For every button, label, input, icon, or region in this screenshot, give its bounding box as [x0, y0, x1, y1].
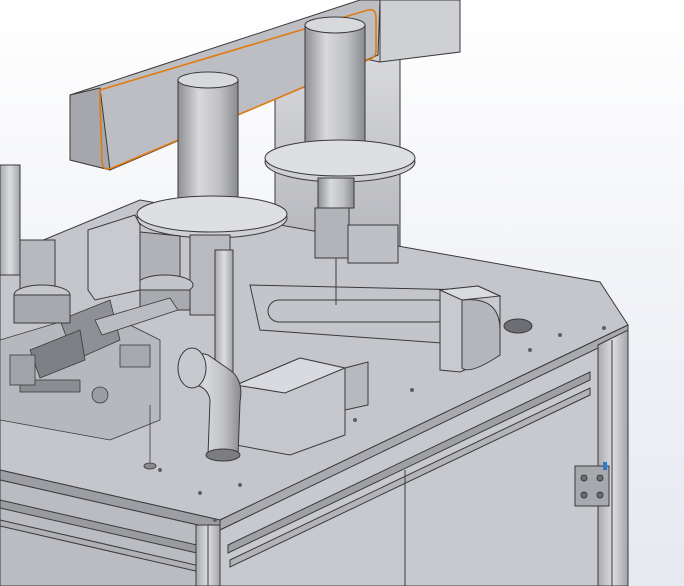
- frame-corner-post-right[interactable]: [597, 329, 629, 586]
- base-plate-hole: [503, 318, 533, 334]
- linear-actuator-block[interactable]: [438, 285, 502, 373]
- cad-viewport[interactable]: [0, 0, 684, 586]
- machine-assembly-model[interactable]: [0, 0, 684, 586]
- left-housing-block[interactable]: [87, 214, 141, 301]
- door-hinge[interactable]: [574, 462, 610, 507]
- rear-motor-box[interactable]: [347, 224, 399, 264]
- frame-corner-post-front[interactable]: [195, 524, 221, 586]
